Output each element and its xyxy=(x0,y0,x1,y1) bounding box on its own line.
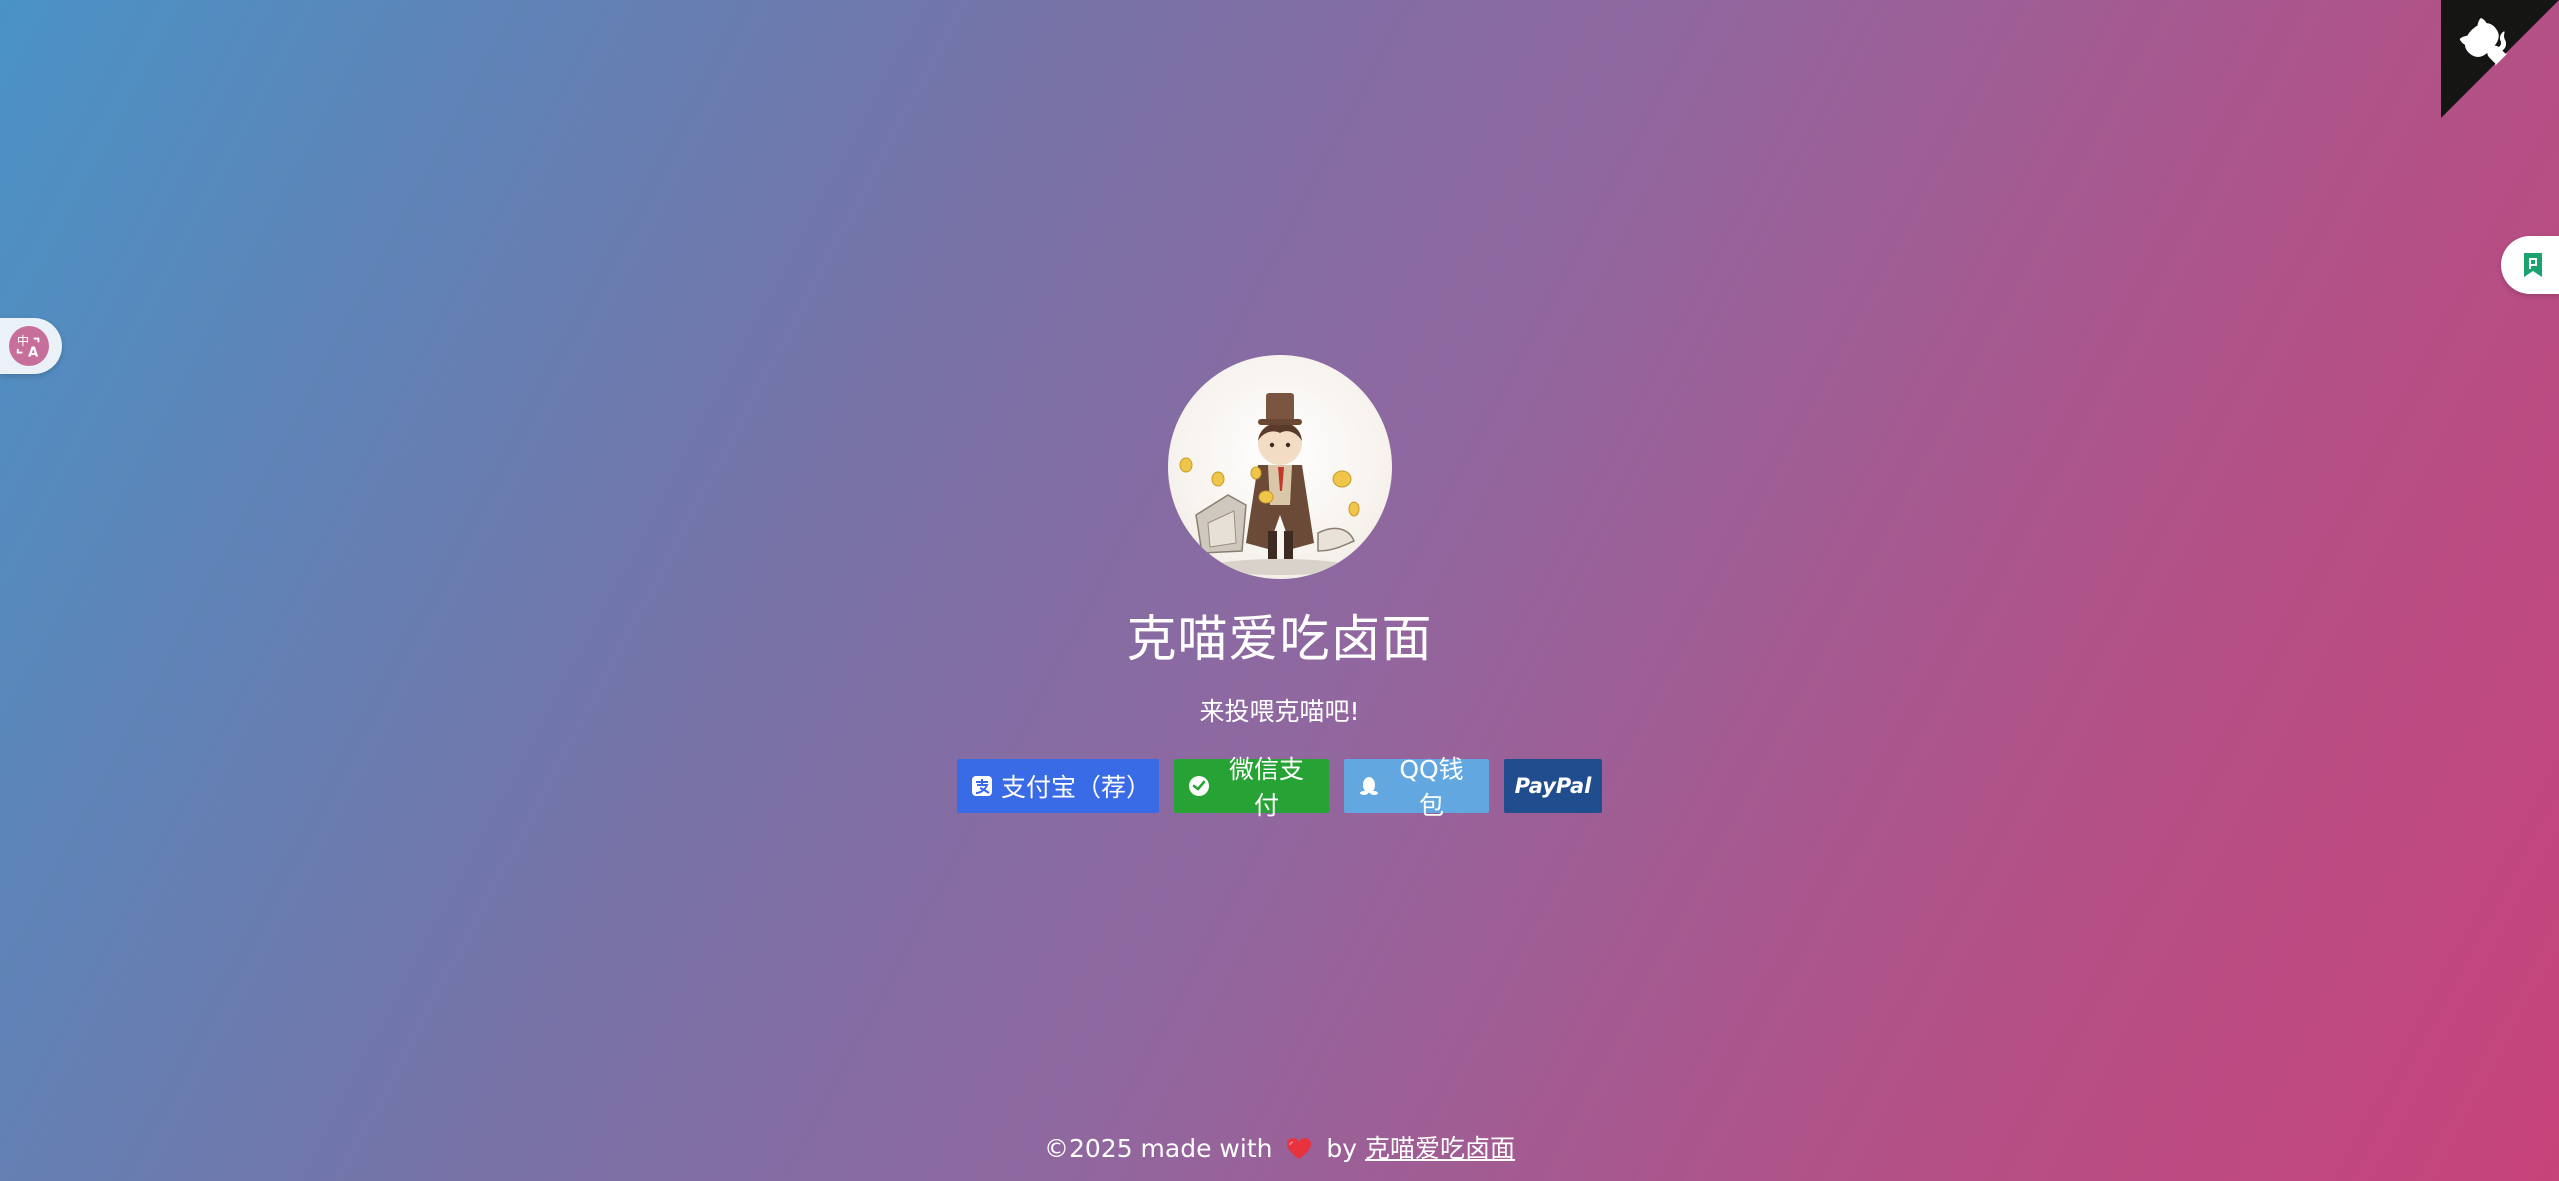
qq-penguin-icon xyxy=(1358,775,1380,797)
alipay-button[interactable]: 支付宝（荐） xyxy=(957,759,1159,813)
alipay-icon xyxy=(971,775,993,797)
paypal-button[interactable]: PayPal xyxy=(1504,759,1602,813)
donation-card: 克喵爱吃卤面 来投喂克喵吧! 支付宝（荐） 微信支付 QQ钱包 PayPal xyxy=(0,355,2559,820)
footer-prefix: ©2025 made with xyxy=(1043,1134,1273,1163)
bookmark-widget[interactable] xyxy=(2501,236,2559,294)
qq-wallet-label: QQ钱包 xyxy=(1399,755,1464,820)
payment-buttons: 支付宝（荐） 微信支付 QQ钱包 PayPal xyxy=(0,755,2559,820)
qq-wallet-button[interactable]: QQ钱包 xyxy=(1344,755,1489,820)
alipay-label: 支付宝（荐） xyxy=(1001,773,1152,802)
footer-by: by xyxy=(1326,1134,1358,1163)
bookmark-icon xyxy=(2524,253,2542,277)
avatar xyxy=(1167,355,1392,579)
cartoon-detective-avatar xyxy=(1179,393,1359,575)
tagline: 来投喂克喵吧! xyxy=(1199,697,1360,726)
wechat-icon xyxy=(1188,775,1210,797)
author-link[interactable]: 克喵爱吃卤面 xyxy=(1365,1134,1515,1163)
wechat-pay-button[interactable]: 微信支付 xyxy=(1174,755,1329,820)
heart-icon xyxy=(1286,1137,1312,1161)
github-octocat-icon xyxy=(2441,0,2559,118)
paypal-label: PayPal xyxy=(1514,774,1592,798)
github-corner-link[interactable] xyxy=(2441,0,2559,118)
footer: ©2025 made with by 克喵爱吃卤面 xyxy=(0,1131,2559,1167)
page-title: 克喵爱吃卤面 xyxy=(1126,610,1433,668)
wechat-pay-label: 微信支付 xyxy=(1228,755,1304,820)
